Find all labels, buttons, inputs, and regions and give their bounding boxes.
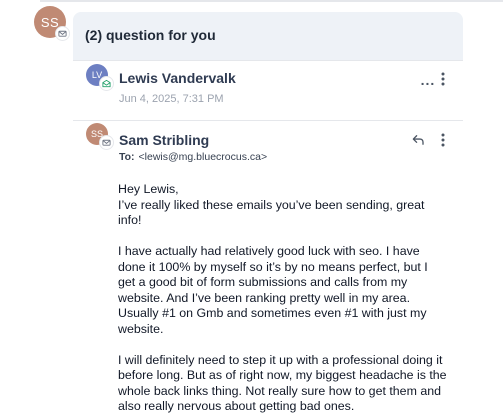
message-date: Jun 4, 2025, 7:31 PM bbox=[119, 93, 224, 105]
thread-header[interactable]: (2) question for you bbox=[73, 12, 463, 60]
thread-avatar-initials: SS bbox=[40, 14, 60, 30]
more-vertical-icon[interactable] bbox=[436, 70, 450, 88]
sender-avatar: LV bbox=[86, 64, 113, 90]
thread-avatar: SS bbox=[34, 6, 69, 40]
mail-badge-icon bbox=[56, 27, 69, 40]
more-vertical-icon[interactable] bbox=[436, 131, 450, 149]
mail-badge-icon bbox=[100, 136, 113, 149]
thread-subject: (2) question for you bbox=[85, 27, 216, 43]
reply-icon[interactable] bbox=[410, 131, 426, 147]
message-sender[interactable]: Sam Stribling bbox=[119, 132, 209, 148]
divider bbox=[73, 120, 463, 121]
mail-opened-badge-icon bbox=[100, 77, 113, 90]
sender-avatar: SS bbox=[86, 123, 113, 149]
message-paragraph: I will definitely need to step it up wit… bbox=[118, 352, 447, 414]
message-paragraph: I’ve really liked these emails you’ve be… bbox=[118, 197, 425, 228]
more-options-button[interactable]: ... bbox=[420, 72, 436, 88]
message-body: Hey Lewis, I’ve really liked these email… bbox=[118, 182, 448, 418]
recipient-address[interactable]: <lewis@mg.bluecrocus.ca> bbox=[139, 151, 268, 163]
message-sender[interactable]: Lewis Vandervalk bbox=[119, 70, 236, 86]
to-label: To: bbox=[119, 151, 135, 163]
top-divider bbox=[40, 0, 503, 2]
message-greeting: Hey Lewis, bbox=[118, 182, 179, 196]
message-paragraph: I have actually had relatively good luck… bbox=[118, 244, 428, 336]
recipient-line: To: <lewis@mg.bluecrocus.ca> bbox=[119, 151, 267, 163]
divider bbox=[73, 60, 463, 61]
